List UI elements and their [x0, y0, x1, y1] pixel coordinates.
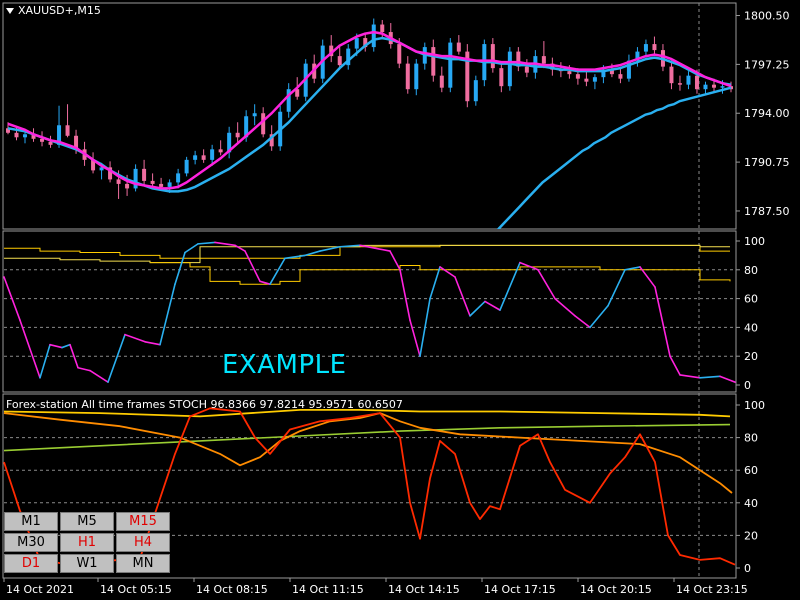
timeframe-button-h4[interactable]: H4 — [116, 533, 170, 552]
candle-body — [575, 74, 580, 79]
symbol-label[interactable]: XAUUSD+,M15 — [6, 4, 101, 17]
candle-body — [184, 159, 189, 174]
price-axis-label: 1794.00 — [744, 107, 790, 120]
candle-body — [686, 75, 691, 85]
timeframe-buttons: M1 M5 M15 M30 H1 H4 D1 W1 MN — [4, 512, 170, 573]
candle-body — [150, 180, 155, 184]
timeframe-button-m30[interactable]: M30 — [4, 533, 58, 552]
candle-body — [584, 78, 589, 82]
timeframe-button-w1[interactable]: W1 — [60, 554, 114, 573]
time-axis-label: 14 Oct 05:15 — [100, 583, 172, 596]
candle-body — [541, 56, 546, 64]
candle-body — [499, 68, 504, 87]
candle-body — [524, 66, 529, 73]
candle-body — [414, 63, 419, 90]
candle-body — [40, 138, 45, 142]
time-axis-label: 14 Oct 11:15 — [292, 583, 364, 596]
candle-body — [643, 44, 648, 52]
time-axis-label: 14 Oct 17:15 — [484, 583, 556, 596]
candle-body — [125, 183, 130, 189]
time-axis-label: 14 Oct 14:15 — [388, 583, 460, 596]
time-axis-label: 14 Oct 20:15 — [580, 583, 652, 596]
time-axis-label: 14 Oct 23:15 — [676, 583, 748, 596]
osc2-axis-label: 20 — [744, 529, 758, 542]
candle-body — [431, 47, 436, 76]
candle-body — [669, 66, 674, 84]
candle-body — [618, 74, 623, 79]
candle-body — [380, 24, 385, 33]
candle-body — [439, 75, 444, 88]
candle-body — [48, 141, 53, 145]
timeframe-button-d1[interactable]: D1 — [4, 554, 58, 573]
candle-body — [133, 168, 138, 189]
candle-body — [159, 183, 164, 187]
timeframe-button-m15[interactable]: M15 — [116, 512, 170, 531]
candle-body — [193, 155, 198, 160]
example-watermark: EXAMPLE — [222, 350, 347, 380]
candle-body — [142, 168, 147, 181]
candle-body — [567, 71, 572, 75]
candle-body — [201, 155, 206, 160]
osc1-axis-label: 40 — [744, 321, 758, 334]
candle-body — [473, 80, 478, 102]
osc2-title: Forex-station All time frames STOCH 96.8… — [6, 398, 403, 411]
candle-body — [507, 51, 512, 87]
candle-body — [261, 113, 266, 135]
osc2-axis-label: 80 — [744, 432, 758, 445]
osc2-axis-label: 60 — [744, 464, 758, 477]
symbol-text: XAUUSD+,M15 — [18, 4, 101, 17]
dropdown-arrow-icon[interactable] — [6, 7, 14, 14]
candle-body — [694, 75, 699, 90]
candle-body — [397, 44, 402, 64]
osc2-axis-label: 0 — [744, 562, 751, 575]
timeframe-button-mn[interactable]: MN — [116, 554, 170, 573]
osc1-axis-label: 80 — [744, 264, 758, 277]
price-axis-label: 1790.75 — [744, 156, 790, 169]
trading-chart[interactable]: 1800.50 1797.25 1794.00 1790.75 1787.50 100 80… — [0, 0, 800, 600]
candle-body — [652, 44, 657, 51]
time-axis-label: 14 Oct 08:15 — [196, 583, 268, 596]
candle-body — [337, 56, 342, 66]
time-axis-label: 14 Oct 2021 — [6, 583, 74, 596]
osc1-axis-label: 100 — [744, 235, 765, 248]
osc1-axis-label: 20 — [744, 350, 758, 363]
candle-body — [354, 38, 359, 49]
candle-body — [167, 182, 172, 187]
candle-body — [448, 42, 453, 88]
candle-body — [116, 179, 121, 184]
timeframe-button-m1[interactable]: M1 — [4, 512, 58, 531]
timeframe-button-m5[interactable]: M5 — [60, 512, 114, 531]
candle-body — [592, 77, 597, 82]
candle-body — [65, 125, 70, 136]
candle-body — [176, 173, 181, 183]
candle-body — [711, 84, 716, 88]
osc2-axis-label: 100 — [744, 399, 765, 412]
price-axis-label: 1800.50 — [744, 10, 790, 23]
candle-body — [218, 149, 223, 153]
candle-body — [677, 83, 682, 85]
candle-body — [371, 24, 376, 48]
timeframe-button-h1[interactable]: H1 — [60, 533, 114, 552]
candle-body — [720, 86, 725, 88]
candle-body — [703, 84, 708, 90]
osc1-axis-label: 0 — [744, 379, 751, 392]
candle-body — [14, 132, 19, 138]
price-axis-label: 1787.50 — [744, 205, 790, 218]
candle-body — [490, 44, 495, 69]
price-axis-label: 1797.25 — [744, 58, 790, 71]
osc2-axis-label: 40 — [744, 497, 758, 510]
candle-body — [235, 132, 240, 138]
osc1-axis-label: 60 — [744, 293, 758, 306]
candle-body — [405, 63, 410, 90]
candle-body — [456, 42, 461, 52]
candle-body — [252, 113, 257, 117]
candle-body — [23, 134, 28, 138]
candle-body — [210, 149, 215, 160]
